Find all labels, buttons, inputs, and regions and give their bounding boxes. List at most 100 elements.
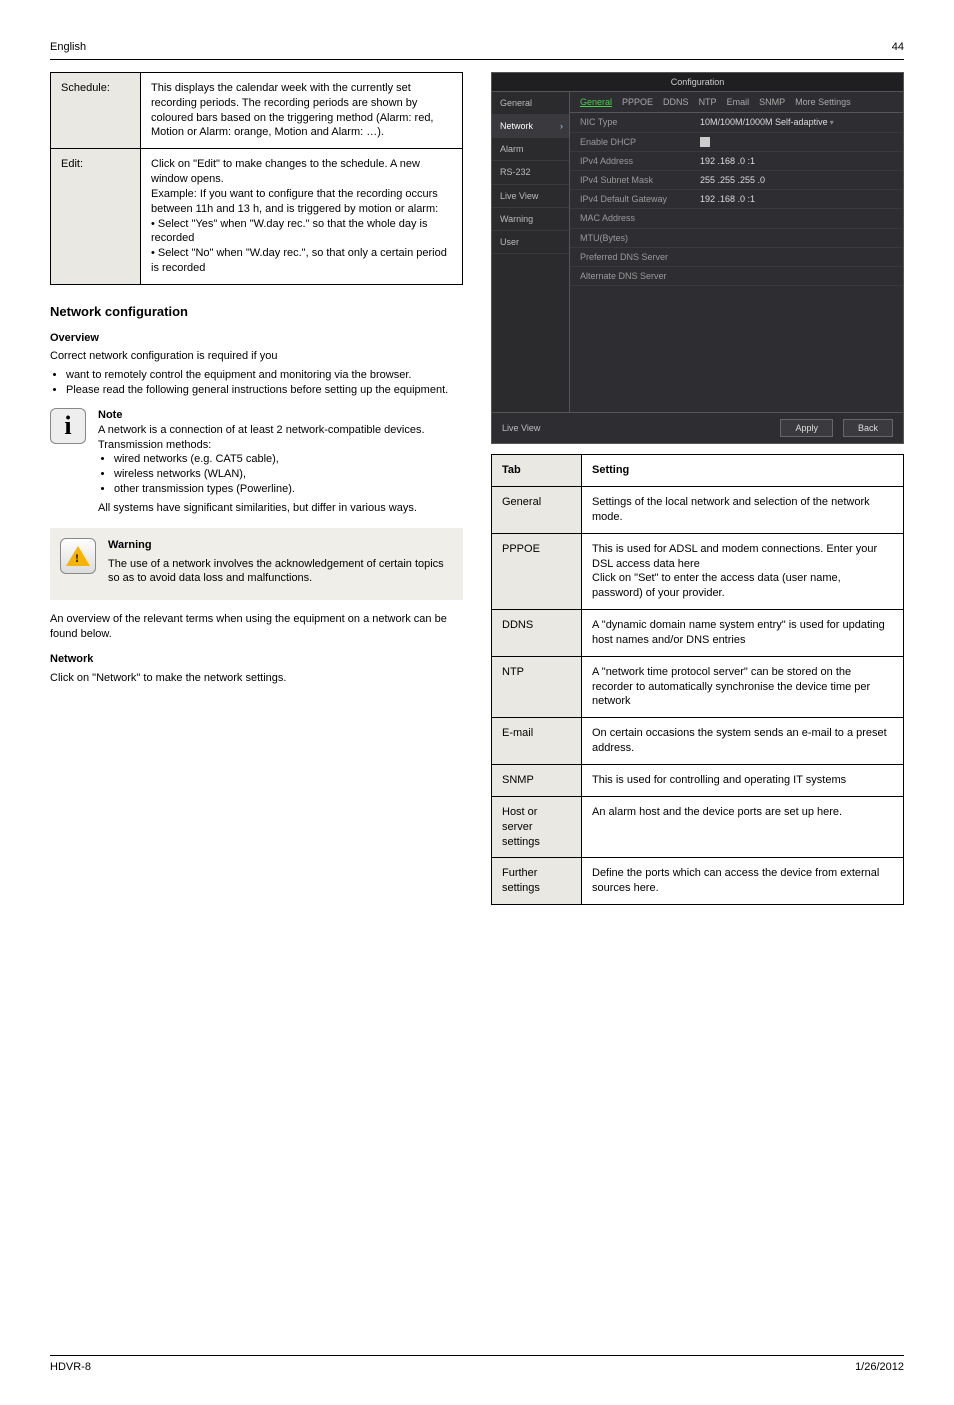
header-left: English [50,40,86,55]
tab-ddns[interactable]: DDNS [663,96,689,108]
form-row: IPv4 Subnet Mask255 .255 .255 .0 [570,171,903,190]
sidebar-item-rs232[interactable]: RS-232 [492,161,569,184]
form-value[interactable]: 255 .255 .255 .0 [700,174,765,186]
form-value[interactable]: 10M/100M/1000M Self-adaptive [700,116,834,129]
network-instruction: Click on "Network" to make the network s… [50,671,463,686]
tab-pppoe[interactable]: PPPOE [622,96,653,108]
tab-general[interactable]: General [580,96,612,108]
warn-body: The use of a network involves the acknow… [108,557,453,587]
row-value: A "network time protocol server" can be … [582,656,904,718]
note-bullet-wlan: wireless networks (WLAN), [114,467,463,482]
table-row: E-mailOn certain occasions the system se… [492,718,904,765]
note-body2: All systems have significant similaritie… [98,501,463,516]
table-row: TabSetting [492,455,904,487]
row-label: Tab [492,455,582,487]
form-row: Alternate DNS Server [570,267,903,286]
checkbox-icon[interactable] [700,137,710,147]
form-key: IPv4 Address [580,155,700,167]
form-key: IPv4 Default Gateway [580,193,700,205]
form-value[interactable]: 192 .168 .0 :1 [700,155,755,167]
bullet-remote: want to remotely control the equipment a… [66,368,463,383]
footer-left: HDVR-8 [50,1360,91,1375]
table-row: GeneralSettings of the local network and… [492,487,904,534]
table-row: Host or server settingsAn alarm host and… [492,796,904,858]
row-label: PPPOE [492,533,582,609]
shot-form: NIC Type10M/100M/1000M Self-adaptiveEnab… [570,113,903,292]
shot-title: Configuration [492,73,903,92]
schedule-table: Schedule: This displays the calendar wee… [50,72,463,285]
row-value: Settings of the local network and select… [582,487,904,534]
note-bullet-wired: wired networks (e.g. CAT5 cable), [114,452,463,467]
warning-icon [60,538,96,574]
form-row: MTU(Bytes) [570,229,903,248]
row-value: Define the ports which can access the de… [582,858,904,905]
sidebar-item-alarm[interactable]: Alarm [492,138,569,161]
config-screenshot: Configuration General Network Alarm RS-2… [491,72,904,444]
shot-sidebar: General Network Alarm RS-232 Live View W… [492,92,570,412]
table-row: DDNSA "dynamic domain name system entry"… [492,610,904,657]
row-label: Further settings [492,858,582,905]
back-button[interactable]: Back [843,419,893,437]
network-config-heading: Network configuration [50,303,463,321]
network-subheading: Network [50,652,463,667]
row-schedule-label: Schedule: [51,72,141,148]
form-key: IPv4 Subnet Mask [580,174,700,186]
form-key: NIC Type [580,116,700,128]
table-row: PPPOEThis is used for ADSL and modem con… [492,533,904,609]
tab-ntp[interactable]: NTP [699,96,717,108]
note-label: Note [98,409,122,421]
apply-button[interactable]: Apply [780,419,833,437]
row-label: Host or server settings [492,796,582,858]
form-row: IPv4 Default Gateway192 .168 .0 :1 [570,190,903,209]
row-label: DDNS [492,610,582,657]
tab-snmp[interactable]: SNMP [759,96,785,108]
row-value: Setting [582,455,904,487]
note-bullet-powerline: other transmission types (Powerline). [114,482,463,497]
sidebar-item-network[interactable]: Network [492,115,569,138]
sidebar-item-user[interactable]: User [492,231,569,254]
table-row: NTPA "network time protocol server" can … [492,656,904,718]
table-row: Further settingsDefine the ports which c… [492,858,904,905]
overview-heading: Overview [50,331,463,346]
tab-moresettings[interactable]: More Settings [795,96,851,108]
row-label: NTP [492,656,582,718]
row-value: A "dynamic domain name system entry" is … [582,610,904,657]
form-row: MAC Address [570,209,903,228]
form-row: Preferred DNS Server [570,248,903,267]
footer-right: 1/26/2012 [855,1360,904,1375]
tab-settings-table: TabSettingGeneralSettings of the local n… [491,454,904,905]
warn-title: Warning [108,538,453,553]
row-label: General [492,487,582,534]
tab-email[interactable]: Email [727,96,750,108]
row-value: This is used for controlling and operati… [582,765,904,797]
row-value: This is used for ADSL and modem connecti… [582,533,904,609]
shot-foot-left[interactable]: Live View [502,422,540,434]
row-label: SNMP [492,765,582,797]
form-key: Alternate DNS Server [580,270,700,282]
form-row: IPv4 Address192 .168 .0 :1 [570,152,903,171]
sidebar-item-general[interactable]: General [492,92,569,115]
form-value[interactable]: 192 .168 .0 :1 [700,193,755,205]
form-key: MTU(Bytes) [580,232,700,244]
form-key: Enable DHCP [580,136,700,148]
row-schedule-value: This displays the calendar week with the… [141,72,463,148]
note-body: A network is a connection of at least 2 … [98,423,463,453]
info-icon: i [50,408,86,444]
shot-tabs: General PPPOE DDNS NTP Email SNMP More S… [570,92,903,113]
row-label: E-mail [492,718,582,765]
form-row: Enable DHCP [570,133,903,152]
sidebar-item-liveview[interactable]: Live View [492,185,569,208]
intro-para: Correct network configuration is require… [50,349,463,364]
row-value: An alarm host and the device ports are s… [582,796,904,858]
glossary-intro: An overview of the relevant terms when u… [50,612,463,642]
row-edit-label: Edit: [51,149,141,285]
row-value: On certain occasions the system sends an… [582,718,904,765]
table-row: SNMPThis is used for controlling and ope… [492,765,904,797]
form-row: NIC Type10M/100M/1000M Self-adaptive [570,113,903,133]
form-key: Preferred DNS Server [580,251,700,263]
sidebar-item-warning[interactable]: Warning [492,208,569,231]
row-edit-value: Click on "Edit" to make changes to the s… [141,149,463,285]
form-value[interactable] [700,137,710,147]
page-number: 44 [892,40,904,55]
bullet-read: Please read the following general instru… [66,383,463,398]
